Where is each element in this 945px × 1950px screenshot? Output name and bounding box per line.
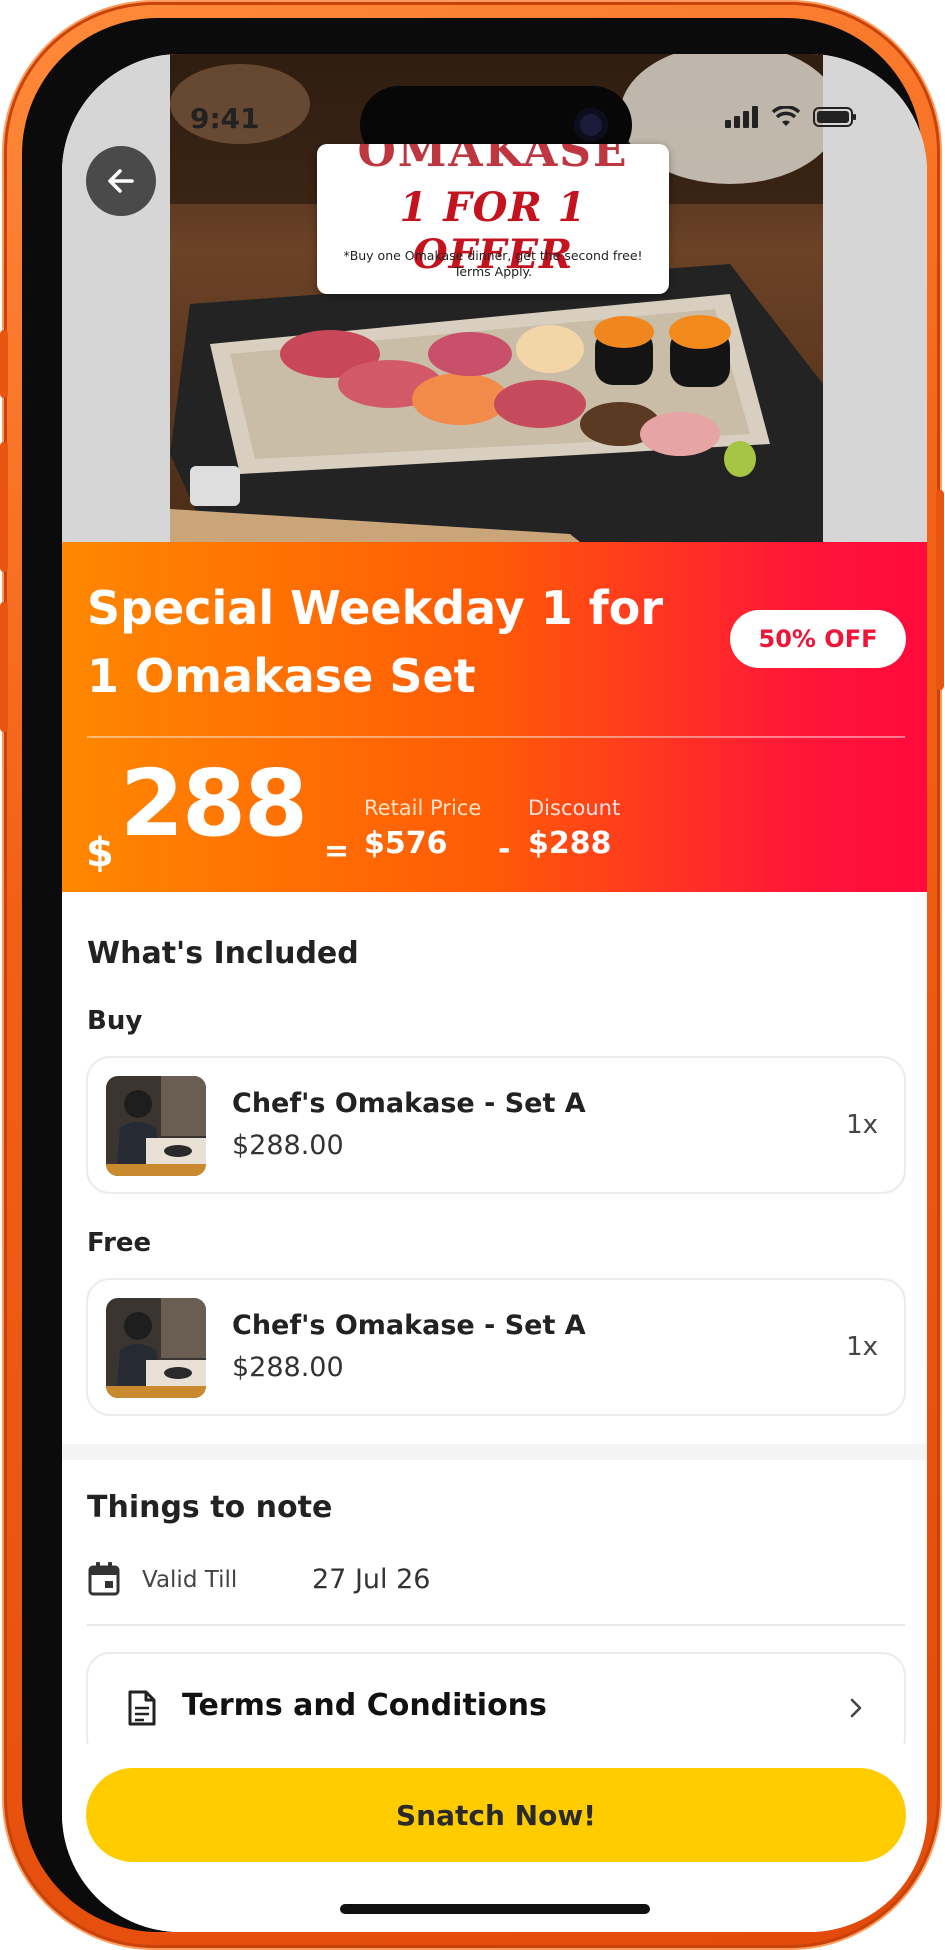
minus-sign: - bbox=[498, 832, 511, 867]
status-icons bbox=[725, 106, 857, 128]
discount-badge: 50% OFF bbox=[730, 610, 906, 668]
promo-card: OMAKASE 1 FOR 1 OFFER *Buy one Omakase d… bbox=[317, 144, 669, 294]
included-heading: What's Included bbox=[87, 936, 359, 971]
section-separator bbox=[62, 1444, 927, 1460]
included-item-card[interactable]: Chef's Omakase - Set A $288.00 1x bbox=[86, 1278, 906, 1416]
camera-dot bbox=[574, 108, 608, 142]
price-currency: $ bbox=[86, 830, 114, 876]
item-quantity: 1x bbox=[846, 1332, 878, 1362]
retail-price-label: Retail Price bbox=[364, 796, 482, 820]
promo-terms: *Buy one Omakase dinner, get the second … bbox=[343, 248, 643, 279]
phone-side-button bbox=[0, 330, 8, 398]
valid-till-date: 27 Jul 26 bbox=[312, 1564, 431, 1595]
terms-label: Terms and Conditions bbox=[182, 1688, 547, 1723]
phone-frame: 9:41 OMAKASE 1 FOR 1 OFFER *Buy one Omak… bbox=[0, 2, 944, 1948]
snatch-now-button[interactable]: Snatch Now! bbox=[86, 1768, 906, 1862]
equals-sign: = bbox=[324, 834, 350, 869]
document-icon bbox=[128, 1690, 156, 1726]
retail-price-value: $576 bbox=[364, 826, 448, 861]
valid-till-row bbox=[87, 1561, 121, 1597]
item-price: $288.00 bbox=[232, 1130, 344, 1161]
calendar-icon bbox=[88, 1562, 120, 1596]
discount-value: $288 bbox=[528, 826, 612, 861]
notes-divider bbox=[87, 1624, 905, 1626]
arrow-left-icon bbox=[108, 169, 134, 193]
wifi-icon bbox=[771, 106, 801, 126]
phone-side-button bbox=[0, 442, 8, 572]
phone-bezel: 9:41 OMAKASE 1 FOR 1 OFFER *Buy one Omak… bbox=[22, 18, 927, 1932]
valid-till-label: Valid Till bbox=[142, 1567, 238, 1593]
deal-banner: Special Weekday 1 for 1 Omakase Set 50% … bbox=[62, 542, 927, 892]
item-name: Chef's Omakase - Set A bbox=[232, 1088, 586, 1119]
signal-icon bbox=[725, 106, 758, 128]
chef-photo bbox=[106, 1298, 206, 1398]
home-indicator bbox=[340, 1904, 650, 1914]
promo-brand: OMAKASE bbox=[357, 144, 629, 177]
item-price: $288.00 bbox=[232, 1352, 344, 1383]
battery-icon bbox=[813, 107, 856, 127]
item-name: Chef's Omakase - Set A bbox=[232, 1310, 586, 1341]
chevron-right-icon bbox=[850, 1698, 862, 1718]
discount-label: Discount bbox=[528, 796, 621, 820]
deal-divider bbox=[87, 736, 905, 738]
notes-heading: Things to note bbox=[87, 1490, 333, 1525]
phone-side-button bbox=[936, 490, 944, 690]
included-item-card[interactable]: Chef's Omakase - Set A $288.00 1x bbox=[86, 1056, 906, 1194]
app-screen: 9:41 OMAKASE 1 FOR 1 OFFER *Buy one Omak… bbox=[62, 54, 927, 1932]
phone-side-button bbox=[0, 602, 8, 732]
free-label: Free bbox=[87, 1228, 152, 1258]
deal-title: Special Weekday 1 for 1 Omakase Set bbox=[87, 581, 664, 703]
chef-photo bbox=[106, 1076, 206, 1176]
status-time: 9:41 bbox=[190, 102, 260, 135]
buy-label: Buy bbox=[87, 1006, 143, 1036]
back-button[interactable] bbox=[86, 146, 156, 216]
hero-image: 9:41 OMAKASE 1 FOR 1 OFFER *Buy one Omak… bbox=[62, 54, 927, 542]
deal-price: 288 bbox=[120, 750, 308, 857]
item-quantity: 1x bbox=[846, 1110, 878, 1140]
